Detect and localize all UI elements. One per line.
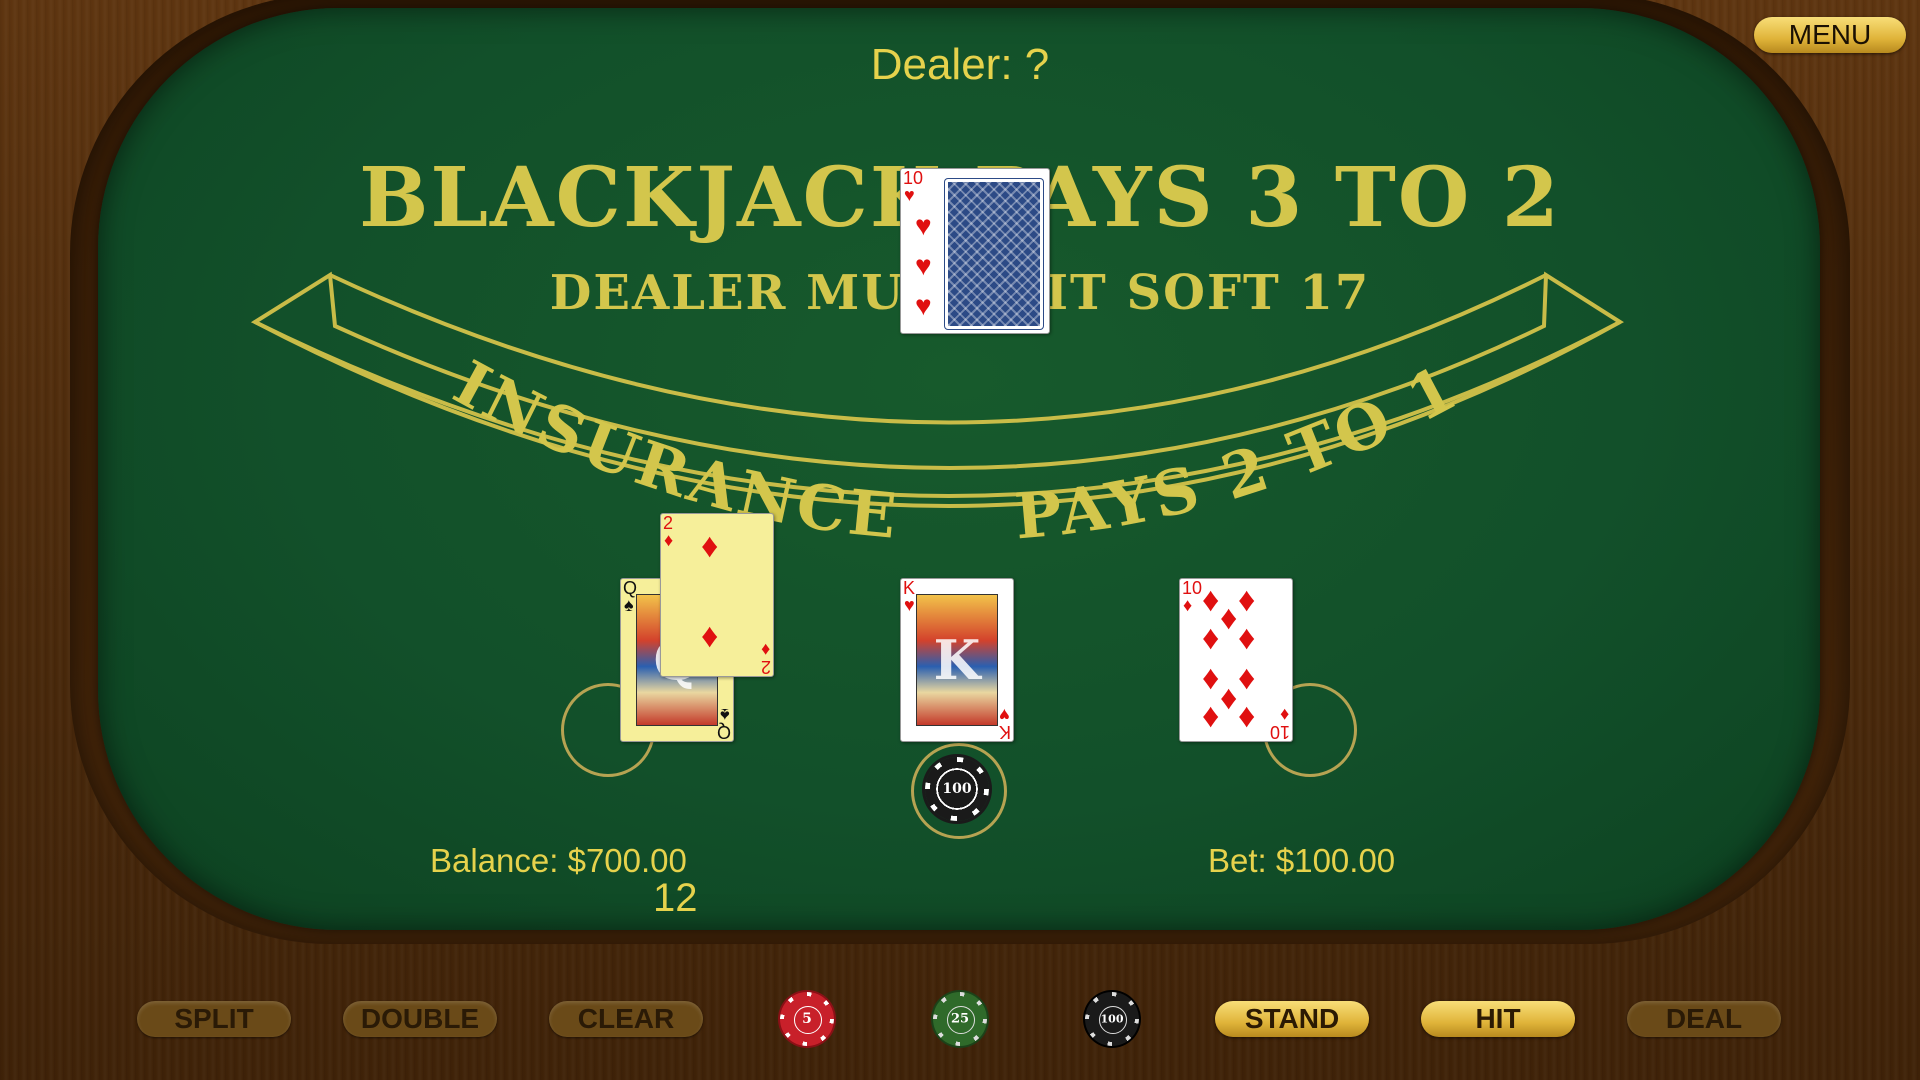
chip-5-button[interactable]: 5	[780, 992, 834, 1046]
dealer-card-hidden	[945, 179, 1043, 329]
heart-pip-icon: ♥	[915, 290, 932, 321]
card-rank-bottom: K	[998, 722, 1011, 742]
card-rank-bottom: 2	[760, 657, 771, 677]
card-rank-bottom: 10	[1269, 722, 1290, 742]
diamond-pip-icon: ♦	[701, 617, 719, 655]
diamond-pip-icon: ♦	[1238, 619, 1256, 657]
chip-value: 100	[942, 781, 972, 797]
player-hand-total: 12	[653, 876, 698, 920]
diamond-pip-icon: ♦	[1202, 581, 1220, 619]
card-suit: ♠	[624, 595, 634, 615]
chip-25-button[interactable]: 25	[933, 992, 987, 1046]
double-button[interactable]: DOUBLE	[343, 1001, 497, 1037]
menu-button[interactable]: MENU	[1754, 17, 1906, 53]
dealer-card-up: 10 ♥ ♥ ♥ ♥	[900, 168, 1050, 334]
balance-label: Balance: $700.00	[430, 842, 687, 879]
heart-pip-icon: ♥	[915, 210, 932, 241]
card-suit-bottom: ♦	[760, 640, 770, 660]
chip-100-button[interactable]: 100	[1085, 992, 1139, 1046]
card-suit: ♦	[664, 530, 674, 550]
diamond-pip-icon: ♦	[701, 527, 719, 565]
chip-value: 100	[1100, 1012, 1124, 1026]
hit-button[interactable]: HIT	[1421, 1001, 1575, 1037]
insurance-right-text: PAYS 2 TO 1	[1012, 350, 1467, 554]
card-suit: ♥	[904, 185, 915, 205]
heart-pip-icon: ♥	[915, 250, 932, 281]
card-suit-bottom: ♥	[999, 705, 1010, 725]
clear-button[interactable]: CLEAR	[549, 1001, 703, 1037]
split-button[interactable]: SPLIT	[137, 1001, 291, 1037]
stand-button[interactable]: STAND	[1215, 1001, 1369, 1037]
chip-value: 5	[802, 1011, 812, 1027]
card-suit: ♦	[1183, 595, 1193, 615]
player-card-two-diamonds: 2 ♦ ♦ ♦ 2 ♦	[660, 513, 774, 677]
insurance-banner: INSURANCE PAYS 2 TO 1	[250, 271, 1624, 554]
diamond-pip-icon: ♦	[1220, 679, 1238, 717]
king-face-art: K	[916, 594, 998, 726]
deal-button[interactable]: DEAL	[1627, 1001, 1781, 1037]
bet-chip-100[interactable]: 100	[925, 757, 989, 821]
diamond-pip-icon: ♦	[1202, 697, 1220, 735]
card-rank-bottom: Q	[716, 722, 731, 742]
svg-text:PAYS 2 TO 1: PAYS 2 TO 1	[1012, 350, 1471, 554]
bet-label: Bet: $100.00	[1208, 842, 1396, 879]
player-card-king-hearts: K ♥ K K ♥	[900, 578, 1014, 742]
diamond-pip-icon: ♦	[1202, 619, 1220, 657]
diamond-pip-icon: ♦	[1238, 697, 1256, 735]
card-suit: ♥	[904, 595, 915, 615]
diamond-pip-icon: ♦	[1202, 659, 1220, 697]
player-card-ten-diamonds: 10 ♦ ♦ ♦ ♦ ♦ ♦ ♦ ♦ ♦ ♦ ♦ 10 ♦	[1179, 578, 1293, 742]
diamond-pip-icon: ♦	[1220, 599, 1238, 637]
diamond-pip-icon: ♦	[1238, 581, 1256, 619]
diamond-pip-icon: ♦	[1238, 659, 1256, 697]
card-suit-bottom: ♠	[720, 705, 730, 725]
card-suit-bottom: ♦	[1279, 705, 1289, 725]
chip-value: 25	[950, 1011, 970, 1027]
